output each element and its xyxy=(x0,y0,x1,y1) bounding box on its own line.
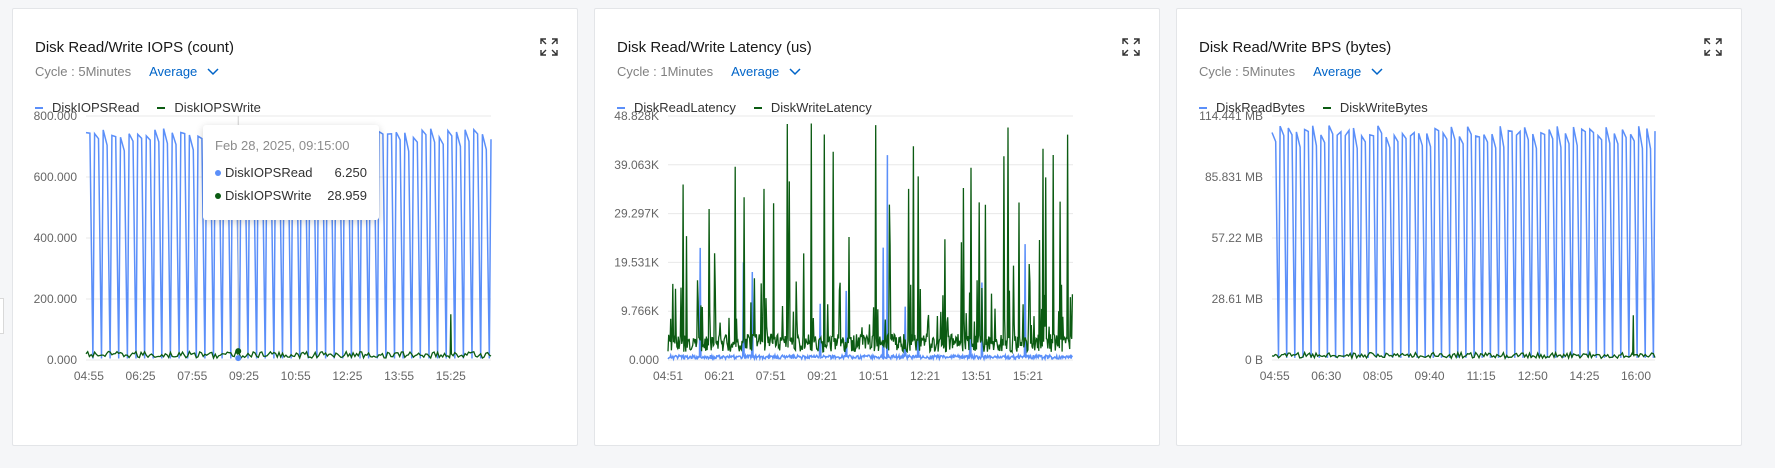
x-tick-label: 12:50 xyxy=(1518,369,1548,383)
legend-label: DiskWriteLatency xyxy=(770,100,872,115)
aggregation-value: Average xyxy=(149,64,198,79)
legend-label: DiskReadBytes xyxy=(1216,100,1305,115)
y-tick-label: 200.000 xyxy=(34,292,78,306)
y-tick-label: 0.000 xyxy=(47,353,77,367)
x-tick-label: 15:25 xyxy=(436,369,466,383)
x-tick-label: 15:21 xyxy=(1013,369,1043,383)
series-line-DiskWriteBytes[interactable] xyxy=(1271,315,1656,361)
expand-icon[interactable] xyxy=(1703,37,1723,57)
legend-item-write[interactable]: DiskWriteBytes xyxy=(1322,100,1428,115)
series-line-DiskReadBytes[interactable] xyxy=(1271,125,1656,358)
x-tick-label: 04:51 xyxy=(653,369,683,383)
tooltip-series-name: DiskIOPSRead xyxy=(225,165,313,180)
y-tick-label: 600.000 xyxy=(34,170,78,184)
legend-item-write[interactable]: DiskIOPSWrite xyxy=(157,100,261,115)
card-title: Disk Read/Write IOPS (count) xyxy=(35,39,234,56)
cycle-label: Cycle : 5Minutes xyxy=(35,64,132,79)
x-tick-label: 08:05 xyxy=(1363,369,1393,383)
y-tick-label: 39.063K xyxy=(614,158,659,172)
y-tick-label: 28.61 MB xyxy=(1212,292,1263,306)
aggregation-value: Average xyxy=(1313,64,1362,79)
legend-swatch-read xyxy=(35,106,43,109)
chevron-down-icon xyxy=(789,67,801,75)
y-tick-label: 19.531K xyxy=(614,255,659,269)
tooltip-series-name: DiskIOPSWrite xyxy=(225,188,312,203)
aggregation-value: Average xyxy=(731,64,780,79)
x-tick-label: 09:25 xyxy=(229,369,259,383)
y-tick-label: 29.297K xyxy=(614,207,659,221)
cycle-row: Cycle : 5Minutes Average xyxy=(1199,64,1383,79)
tooltip-series-value: 6.250 xyxy=(334,165,367,180)
latency-card: 48.828K 39.063K 29.297K 19.531K 9.766K 0.000 0… xyxy=(594,8,1160,446)
y-tick-label: 85.831 MB xyxy=(1205,170,1263,184)
chart-tooltip: Feb 28, 2025, 09:15:00 DiskIOPSRead 6.25… xyxy=(203,125,379,220)
legend-swatch-read xyxy=(617,106,625,109)
legend-item-read[interactable]: DiskReadBytes xyxy=(1199,100,1305,115)
x-tick-label: 09:21 xyxy=(807,369,837,383)
tooltip-time: Feb 28, 2025, 09:15:00 xyxy=(215,138,350,153)
legend-label: DiskWriteBytes xyxy=(1339,100,1428,115)
y-tick-label: 0 B xyxy=(1245,353,1263,367)
legend-label: DiskIOPSWrite xyxy=(174,100,261,115)
legend-label: DiskReadLatency xyxy=(634,100,736,115)
chart-legend: DiskReadBytes DiskWriteBytes xyxy=(1199,100,1446,115)
tooltip-row-write: DiskIOPSWrite 28.959 xyxy=(215,188,367,203)
y-tick-label: 57.22 MB xyxy=(1212,231,1263,245)
tooltip-series-value: 28.959 xyxy=(327,188,367,203)
legend-swatch-write xyxy=(753,106,762,109)
x-tick-label: 06:30 xyxy=(1311,369,1341,383)
x-tick-label: 12:25 xyxy=(332,369,362,383)
chart-legend: DiskReadLatency DiskWriteLatency xyxy=(617,100,890,115)
side-panel-handle[interactable] xyxy=(0,298,4,334)
legend-swatch-write xyxy=(157,106,166,109)
x-tick-label: 07:51 xyxy=(756,369,786,383)
x-tick-label: 10:51 xyxy=(859,369,889,383)
y-tick-label: 400.000 xyxy=(34,231,78,245)
legend-label: DiskIOPSRead xyxy=(52,100,140,115)
x-tick-label: 07:55 xyxy=(177,369,207,383)
legend-item-read[interactable]: DiskIOPSRead xyxy=(35,100,139,115)
x-tick-label: 14:25 xyxy=(1569,369,1599,383)
legend-item-write[interactable]: DiskWriteLatency xyxy=(753,100,872,115)
legend-item-read[interactable]: DiskReadLatency xyxy=(617,100,736,115)
x-tick-label: 16:00 xyxy=(1621,369,1651,383)
legend-swatch-write xyxy=(1322,106,1331,109)
highlight-point-write xyxy=(235,348,242,355)
x-tick-label: 10:55 xyxy=(281,369,311,383)
x-tick-label: 06:25 xyxy=(126,369,156,383)
x-tick-label: 04:55 xyxy=(74,369,104,383)
tooltip-dot-write xyxy=(215,192,221,199)
tooltip-dot-read xyxy=(215,169,221,176)
series-line-DiskIOPSWrite[interactable] xyxy=(85,314,492,360)
highlight-point-read xyxy=(235,355,242,362)
aggregation-dropdown[interactable]: Average xyxy=(149,64,219,79)
x-tick-label: 04:55 xyxy=(1260,369,1290,383)
series-line-DiskWriteLatency[interactable] xyxy=(667,123,1074,355)
chevron-down-icon xyxy=(207,67,219,75)
x-tick-label: 13:55 xyxy=(384,369,414,383)
bps-card: 114.441 MB 85.831 MB 57.22 MB 28.61 MB 0 B 04… xyxy=(1176,8,1742,446)
card-title: Disk Read/Write Latency (us) xyxy=(617,39,812,56)
cycle-label: Cycle : 5Minutes xyxy=(1199,64,1296,79)
cycle-row: Cycle : 1Minutes Average xyxy=(617,64,801,79)
x-tick-label: 12:21 xyxy=(910,369,940,383)
chevron-down-icon xyxy=(1371,67,1383,75)
y-tick-label: 9.766K xyxy=(621,304,659,318)
legend-swatch-read xyxy=(1199,106,1207,109)
y-tick-label: 0.000 xyxy=(629,353,659,367)
cycle-label: Cycle : 1Minutes xyxy=(617,64,714,79)
cycle-row: Cycle : 5Minutes Average xyxy=(35,64,219,79)
aggregation-dropdown[interactable]: Average xyxy=(731,64,801,79)
chart-legend: DiskIOPSRead DiskIOPSWrite xyxy=(35,100,279,115)
expand-icon[interactable] xyxy=(1121,37,1141,57)
tooltip-row-read: DiskIOPSRead 6.250 xyxy=(215,165,367,180)
expand-icon[interactable] xyxy=(539,37,559,57)
iops-card: 800.000 600.000 400.000 200.000 0.000 04:55 06… xyxy=(12,8,578,446)
x-tick-label: 09:40 xyxy=(1415,369,1445,383)
aggregation-dropdown[interactable]: Average xyxy=(1313,64,1383,79)
card-title: Disk Read/Write BPS (bytes) xyxy=(1199,39,1392,56)
x-tick-label: 13:51 xyxy=(961,369,991,383)
x-tick-label: 11:15 xyxy=(1467,369,1496,383)
x-tick-label: 06:21 xyxy=(704,369,734,383)
